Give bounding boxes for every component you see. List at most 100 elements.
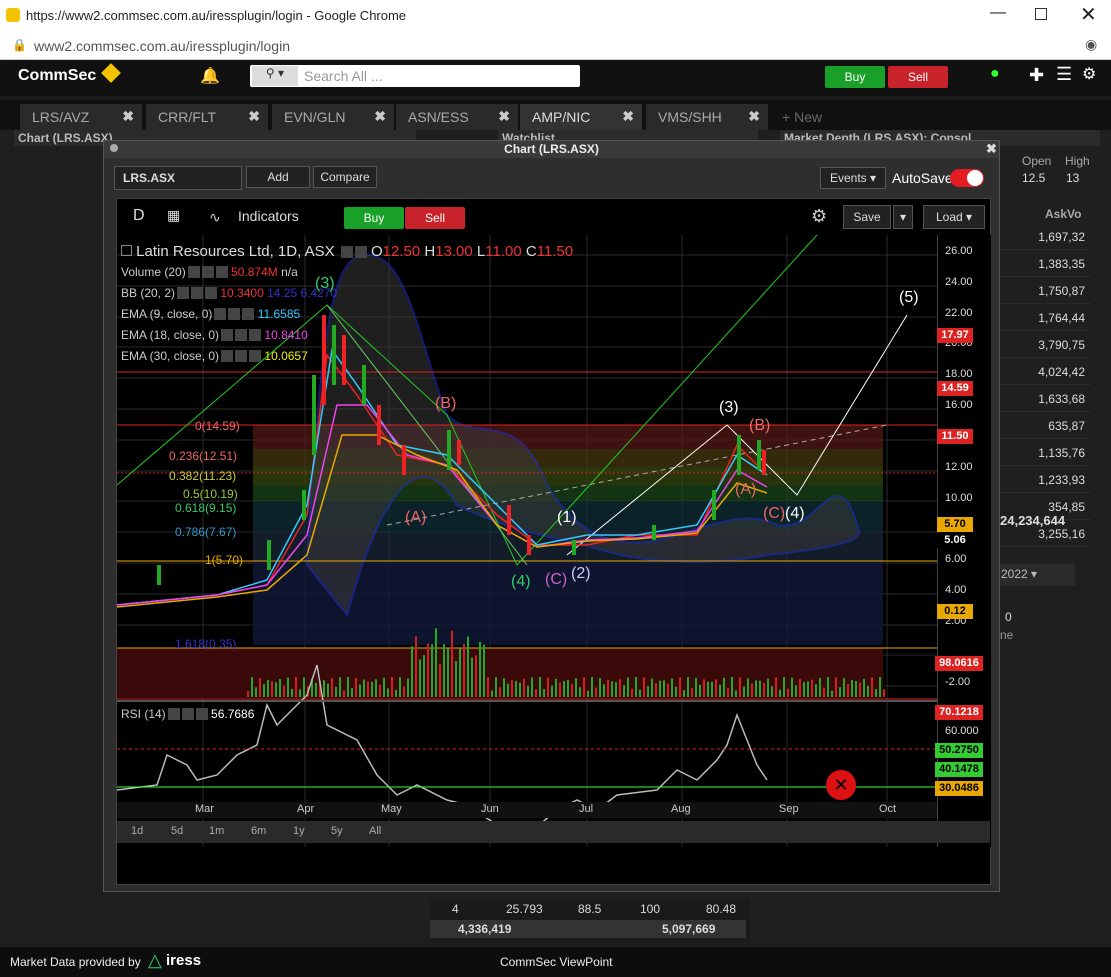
volume-bar: [591, 677, 593, 697]
url-text[interactable]: www2.commsec.com.au/iressplugin/login: [34, 38, 290, 54]
volume-bar: [463, 644, 465, 697]
load-dropdown[interactable]: Load ▾: [923, 205, 985, 229]
tab-vms-shh[interactable]: VMS/SHH ✖: [646, 104, 768, 130]
bb-upper-value: 14.25: [267, 286, 298, 300]
tab-lrs-avz[interactable]: LRS/AVZ ✖: [20, 104, 142, 130]
close-icon[interactable]: ✖: [248, 108, 260, 125]
tab-asn-ess[interactable]: ASN/ESS ✖: [396, 104, 518, 130]
gear-icon[interactable]: ⚙: [811, 206, 827, 227]
save-button[interactable]: Save: [843, 205, 891, 229]
year-select[interactable]: 2022 ▾: [995, 564, 1075, 586]
range-button-5d[interactable]: 5d: [171, 825, 183, 837]
range-button-1m[interactable]: 1m: [209, 825, 224, 837]
volume-bar: [575, 678, 577, 697]
volume-bar: [551, 685, 553, 697]
volume-bar: [847, 683, 849, 697]
price-tag: 14.59: [937, 381, 973, 396]
price-tick: 4.00: [945, 584, 967, 596]
volume-bar: [487, 677, 489, 697]
volume-bar: [451, 630, 453, 697]
new-tab-button[interactable]: + New: [770, 104, 840, 130]
tab-label: VMS/SHH: [658, 109, 722, 125]
ema18-legend: EMA (18, close, 0) 10.8410: [121, 328, 308, 342]
volume-bar: [831, 690, 833, 697]
range-button-1y[interactable]: 1y: [293, 825, 305, 837]
chart-area[interactable]: D ▦ ∿ Indicators Buy Sell ⚙ Save ▾ Load …: [116, 198, 991, 885]
close-chart-window-icon[interactable]: ✖: [986, 141, 997, 157]
search-input[interactable]: Search All ...: [304, 68, 383, 84]
range-button-5y[interactable]: 5y: [331, 825, 343, 837]
brand-logo: CommSec: [18, 67, 97, 84]
search-box[interactable]: ⚲ ▾ Search All ...: [250, 65, 580, 87]
month-tick: Jun: [481, 803, 499, 815]
month-tick: Oct: [879, 803, 897, 815]
year-value: 2022: [1001, 567, 1028, 581]
tab-evn-gln[interactable]: EVN/GLN ✖: [272, 104, 394, 130]
chart-buy-button[interactable]: Buy: [344, 207, 404, 229]
volume-bar: [787, 688, 789, 697]
volume-bar: [615, 682, 617, 697]
volume-bar: [539, 677, 541, 697]
close-window-icon[interactable]: ✕: [1080, 2, 1097, 27]
app-toolbar: CommSec 🔔 ⚲ ▾ Search All ... Buy Sell ● …: [0, 60, 1111, 96]
maximize-icon[interactable]: [1035, 8, 1047, 20]
volume-bar: [755, 680, 757, 697]
sell-button[interactable]: Sell: [888, 66, 948, 88]
window-title: https://www2.commsec.com.au/iressplugin/…: [26, 8, 407, 23]
minimize-icon[interactable]: —: [990, 4, 1006, 22]
autosave-toggle[interactable]: [950, 169, 984, 187]
close-icon[interactable]: ✖: [622, 108, 634, 125]
bell-icon[interactable]: 🔔: [200, 66, 220, 86]
wave-label: (B): [435, 395, 457, 412]
footer: Market Data provided by △ iress CommSec …: [0, 947, 1111, 977]
settings-icon[interactable]: ⚙: [1082, 64, 1096, 84]
volume-bar: [407, 678, 409, 697]
period-d-button[interactable]: D: [133, 207, 145, 225]
save-dropdown-icon[interactable]: ▾: [893, 205, 913, 229]
open-label: Open: [1022, 154, 1052, 168]
volume-bar: [523, 678, 525, 697]
summary-cell: 100: [640, 902, 661, 916]
close-icon[interactable]: ✖: [374, 108, 386, 125]
right-total: 5,097,669: [662, 922, 716, 936]
tab-amp-nic[interactable]: AMP/NIC ✖: [520, 104, 642, 130]
add-icon[interactable]: ✚: [1029, 65, 1044, 86]
menu-icon[interactable]: ☰: [1056, 64, 1072, 85]
volume-bar: [467, 636, 469, 697]
close-icon[interactable]: ✖: [498, 108, 510, 125]
indicators-button[interactable]: Indicators: [238, 208, 299, 224]
volume-bar: [335, 686, 337, 697]
tab-label: ASN/ESS: [408, 109, 469, 125]
volume-bar: [731, 677, 733, 697]
volume-bar: [875, 689, 877, 697]
candle-type-icon[interactable]: ▦: [167, 207, 180, 224]
tab-crr-flt[interactable]: CRR/FLT ✖: [146, 104, 268, 130]
volume-bar: [503, 678, 505, 697]
volume-bar: [643, 677, 645, 697]
volume-bar: [783, 677, 785, 697]
close-icon[interactable]: ✖: [748, 108, 760, 125]
range-button-1d[interactable]: 1d: [131, 825, 143, 837]
range-button-6m[interactable]: 6m: [251, 825, 266, 837]
buy-button[interactable]: Buy: [825, 66, 885, 88]
volume-bar: [775, 677, 777, 697]
events-dropdown[interactable]: Events ▾: [820, 167, 886, 189]
month-tick: Sep: [779, 803, 799, 815]
volume-tag: 98.0616: [935, 656, 983, 671]
indicators-icon[interactable]: ∿: [209, 209, 221, 226]
range-button-all[interactable]: All: [369, 825, 381, 837]
close-icon[interactable]: ✖: [122, 108, 134, 125]
rsi-legend: RSI (14) 56.7686: [121, 707, 254, 721]
symbol-input[interactable]: LRS.ASX: [114, 166, 242, 190]
chart-sell-button[interactable]: Sell: [405, 207, 465, 229]
search-icon[interactable]: ⚲ ▾: [252, 66, 298, 86]
fib-level-0786: 0.786(7.67): [175, 525, 237, 539]
volume-bar: [515, 680, 517, 697]
lightbulb-icon[interactable]: ●: [990, 65, 1000, 83]
volume-bar: [743, 686, 745, 697]
add-button[interactable]: Add: [246, 166, 310, 188]
eye-icon[interactable]: ◉: [1085, 36, 1097, 53]
address-bar[interactable]: 🔒 www2.commsec.com.au/iressplugin/login …: [0, 32, 1111, 60]
compare-button[interactable]: Compare: [313, 166, 377, 188]
volume-bar: [767, 678, 769, 697]
